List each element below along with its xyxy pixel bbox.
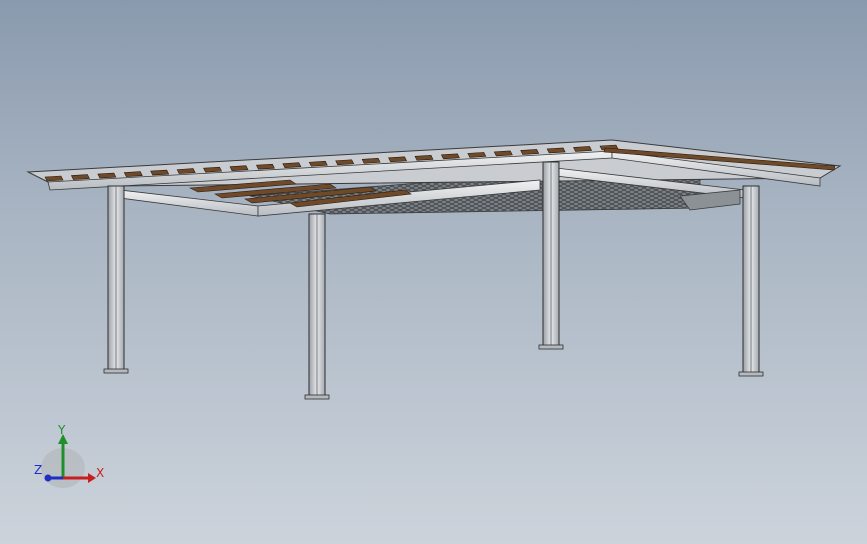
timber-rafter[interactable] (97, 172, 117, 179)
timber-rafter[interactable] (150, 169, 170, 176)
column-back-right[interactable] (738, 185, 764, 377)
timber-rafter[interactable] (361, 157, 381, 164)
timber-rafter[interactable] (440, 153, 460, 160)
timber-rafter[interactable] (70, 174, 90, 180)
timber-rafter[interactable] (414, 155, 434, 161)
timber-rafter[interactable] (493, 150, 513, 157)
axis-x-label: X (96, 466, 105, 480)
timber-rafter[interactable] (308, 160, 328, 167)
timber-rafter[interactable] (44, 175, 64, 182)
timber-rafter[interactable] (573, 146, 593, 152)
axis-z-label: Z (34, 463, 43, 477)
column-back-center[interactable] (538, 161, 564, 350)
timber-rafter[interactable] (282, 162, 302, 169)
view-orientation-triad[interactable]: Y X Z (30, 420, 120, 495)
column-front-center[interactable] (304, 213, 330, 400)
timber-rafter[interactable] (520, 149, 540, 155)
timber-rafter[interactable] (388, 156, 408, 163)
timber-rafter[interactable] (467, 152, 487, 158)
timber-rafter[interactable] (176, 168, 196, 174)
pergola-3d-model[interactable] (0, 0, 867, 544)
timber-rafter[interactable] (255, 163, 275, 170)
timber-rafter[interactable] (546, 147, 566, 154)
column-front-left[interactable] (103, 185, 129, 374)
timber-rafter[interactable] (335, 159, 355, 166)
axis-y-label: Y (58, 423, 66, 437)
timber-rafter[interactable] (203, 166, 223, 173)
timber-rafter[interactable] (229, 165, 249, 171)
graphics-viewport[interactable]: Y X Z (0, 0, 867, 544)
timber-rafter[interactable] (123, 171, 143, 177)
